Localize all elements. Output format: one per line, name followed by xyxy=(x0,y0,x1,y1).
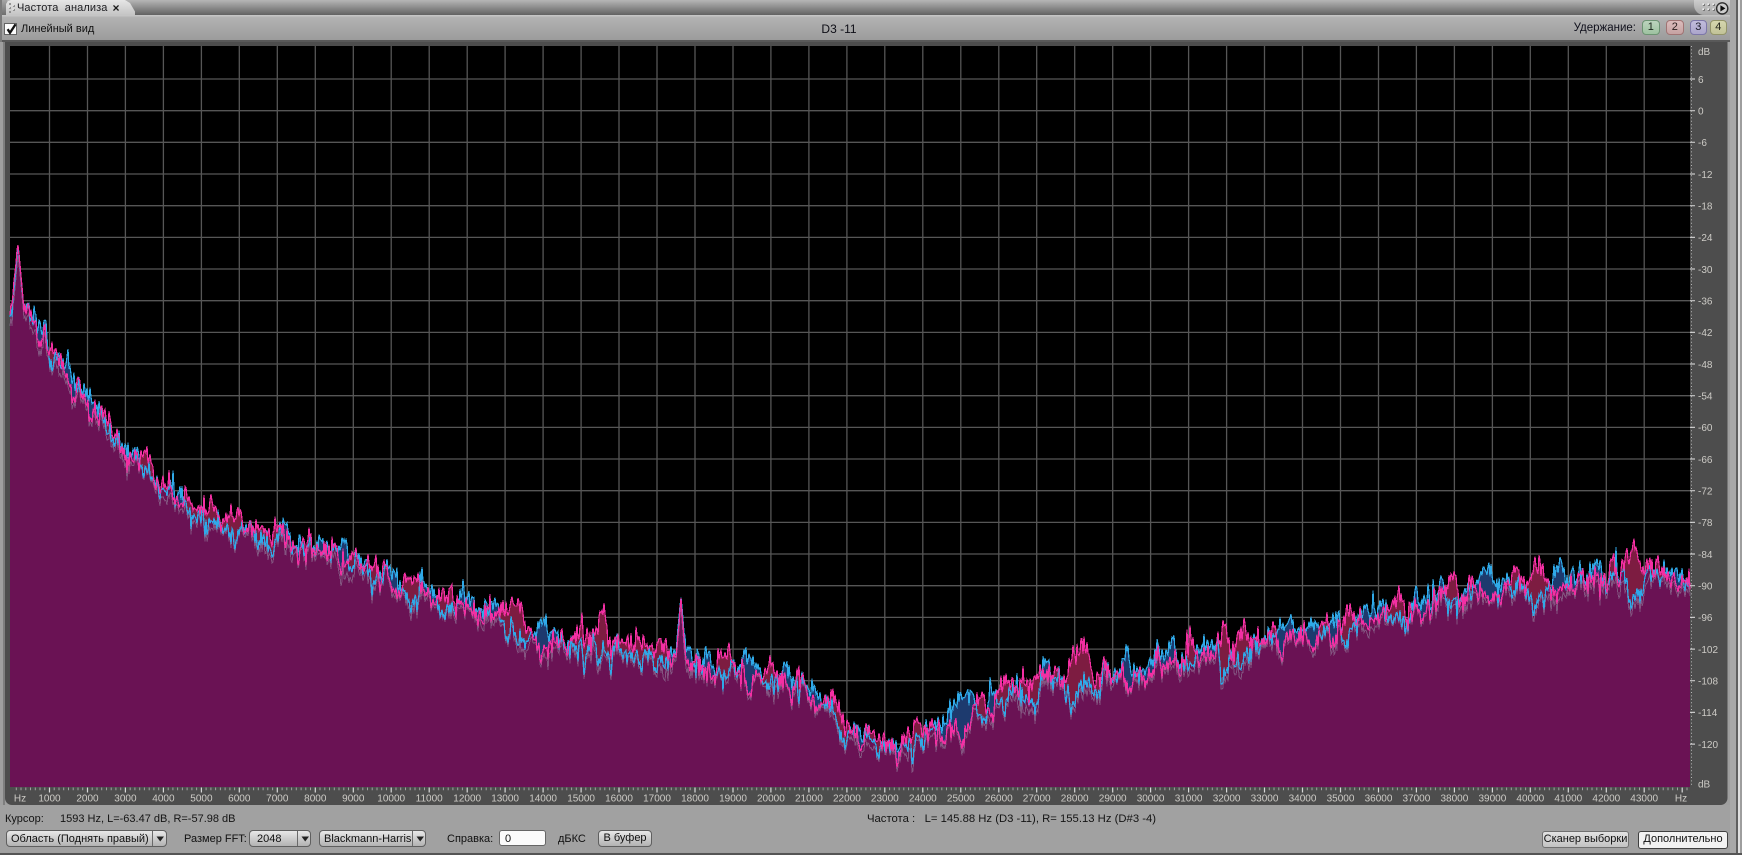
svg-text:15000: 15000 xyxy=(567,794,595,805)
svg-text:0: 0 xyxy=(1698,107,1704,118)
svg-text:36000: 36000 xyxy=(1365,794,1393,805)
svg-text:dB: dB xyxy=(1698,47,1711,58)
svg-text:Hz: Hz xyxy=(1675,794,1687,805)
svg-text:23000: 23000 xyxy=(871,794,899,805)
svg-text:22000: 22000 xyxy=(833,794,861,805)
svg-text:12000: 12000 xyxy=(453,794,481,805)
svg-text:-6: -6 xyxy=(1698,138,1707,149)
svg-text:-24: -24 xyxy=(1698,233,1713,244)
svg-text:-114: -114 xyxy=(1698,708,1718,719)
svg-text:40000: 40000 xyxy=(1516,794,1544,805)
svg-text:41000: 41000 xyxy=(1554,794,1582,805)
svg-text:34000: 34000 xyxy=(1289,794,1317,805)
svg-text:6: 6 xyxy=(1698,75,1704,86)
svg-text:-120: -120 xyxy=(1698,740,1718,751)
svg-text:18000: 18000 xyxy=(681,794,709,805)
svg-text:43000: 43000 xyxy=(1630,794,1658,805)
svg-text:-42: -42 xyxy=(1698,328,1713,339)
svg-text:1000: 1000 xyxy=(38,794,61,805)
svg-text:-36: -36 xyxy=(1698,297,1713,308)
svg-text:20000: 20000 xyxy=(757,794,785,805)
svg-text:-90: -90 xyxy=(1698,582,1713,593)
svg-text:dB: dB xyxy=(1698,780,1711,791)
svg-text:39000: 39000 xyxy=(1478,794,1506,805)
svg-text:37000: 37000 xyxy=(1402,794,1430,805)
svg-text:16000: 16000 xyxy=(605,794,633,805)
svg-text:38000: 38000 xyxy=(1440,794,1468,805)
svg-text:27000: 27000 xyxy=(1023,794,1051,805)
svg-text:3000: 3000 xyxy=(114,794,137,805)
svg-text:14000: 14000 xyxy=(529,794,557,805)
svg-text:35000: 35000 xyxy=(1327,794,1355,805)
svg-text:-72: -72 xyxy=(1698,487,1713,498)
svg-text:28000: 28000 xyxy=(1061,794,1089,805)
svg-text:9000: 9000 xyxy=(342,794,365,805)
svg-text:30000: 30000 xyxy=(1137,794,1165,805)
svg-text:7000: 7000 xyxy=(266,794,289,805)
svg-text:-108: -108 xyxy=(1698,677,1718,688)
svg-text:29000: 29000 xyxy=(1099,794,1127,805)
svg-text:-30: -30 xyxy=(1698,265,1713,276)
svg-text:-84: -84 xyxy=(1698,550,1713,561)
svg-text:33000: 33000 xyxy=(1251,794,1279,805)
svg-text:-12: -12 xyxy=(1698,170,1713,181)
svg-text:-60: -60 xyxy=(1698,423,1713,434)
svg-text:5000: 5000 xyxy=(190,794,213,805)
svg-text:31000: 31000 xyxy=(1175,794,1203,805)
svg-text:4000: 4000 xyxy=(152,794,175,805)
svg-text:21000: 21000 xyxy=(795,794,823,805)
svg-text:6000: 6000 xyxy=(228,794,251,805)
svg-text:26000: 26000 xyxy=(985,794,1013,805)
svg-text:2000: 2000 xyxy=(76,794,99,805)
svg-text:-18: -18 xyxy=(1698,202,1713,213)
svg-text:32000: 32000 xyxy=(1213,794,1241,805)
svg-text:11000: 11000 xyxy=(416,794,444,805)
svg-text:19000: 19000 xyxy=(719,794,747,805)
svg-text:Hz: Hz xyxy=(14,794,26,805)
svg-text:10000: 10000 xyxy=(377,794,405,805)
svg-text:24000: 24000 xyxy=(909,794,937,805)
svg-text:-78: -78 xyxy=(1698,518,1713,529)
svg-text:42000: 42000 xyxy=(1592,794,1620,805)
svg-text:13000: 13000 xyxy=(491,794,519,805)
svg-text:-102: -102 xyxy=(1698,645,1718,656)
svg-text:-54: -54 xyxy=(1698,392,1713,403)
svg-text:-66: -66 xyxy=(1698,455,1713,466)
svg-text:-48: -48 xyxy=(1698,360,1713,371)
svg-text:-96: -96 xyxy=(1698,613,1713,624)
svg-text:17000: 17000 xyxy=(643,794,671,805)
svg-text:8000: 8000 xyxy=(304,794,327,805)
svg-text:25000: 25000 xyxy=(947,794,975,805)
